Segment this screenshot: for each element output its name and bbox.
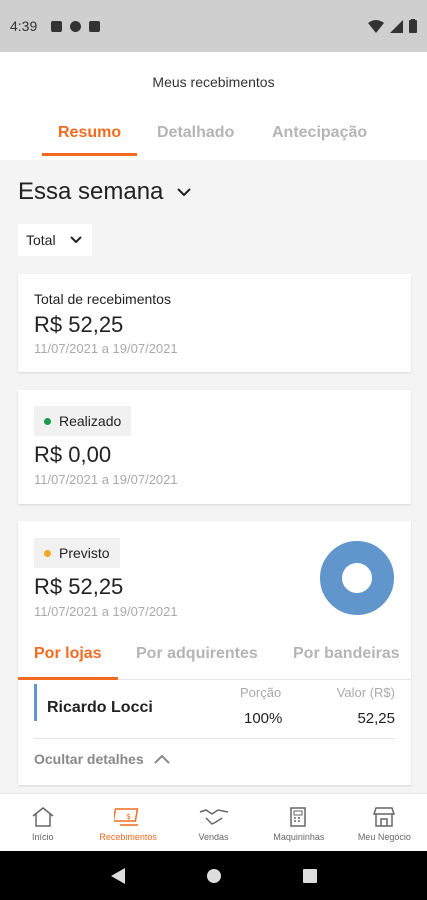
- nav-item-vendas[interactable]: Vendas: [171, 794, 256, 851]
- page-title: Meus recebimentos: [152, 74, 275, 90]
- period-selector[interactable]: Essa semana: [18, 178, 192, 206]
- badge-label: Previsto: [59, 545, 110, 561]
- wifi-icon: [368, 19, 384, 33]
- handshake-icon: [199, 809, 228, 825]
- col-header-porcao: Porção: [240, 685, 282, 700]
- home-circle-icon[interactable]: [206, 868, 222, 884]
- previsto-card: Previsto R$ 52,25 11/07/2021 a 19/07/202…: [18, 521, 411, 785]
- bottom-nav: Início $ Recebimentos Vendas Maquininhas…: [0, 793, 427, 851]
- row-valor: 52,25: [357, 710, 395, 727]
- subtab-por-adquirentes[interactable]: Por adquirentes: [136, 645, 258, 663]
- badge-label: Realizado: [59, 413, 122, 429]
- toggle-details-button[interactable]: Ocultar detalhes: [34, 751, 170, 767]
- status-time: 4:39: [10, 18, 38, 34]
- nav-item-maquininhas[interactable]: Maquininhas: [256, 794, 341, 851]
- store-name: Ricardo Locci: [47, 699, 153, 716]
- notification-icons: [51, 20, 101, 32]
- recents-icon[interactable]: [302, 868, 317, 883]
- chevron-up-icon: [153, 754, 170, 764]
- back-icon[interactable]: [110, 867, 125, 884]
- battery-icon: [409, 19, 417, 33]
- chevron-down-icon: [69, 236, 82, 244]
- filter-dropdown[interactable]: Total: [18, 224, 92, 256]
- filter-value: Total: [26, 232, 56, 248]
- system-nav-bar: [0, 851, 427, 900]
- subtab-por-bandeiras[interactable]: Por bandeiras: [293, 645, 400, 663]
- donut-ring: [320, 541, 394, 615]
- nav-item-inicio[interactable]: Início: [0, 794, 85, 851]
- tab-antecipacao[interactable]: Antecipação: [272, 124, 367, 156]
- previsto-amount: R$ 52,25: [34, 574, 124, 599]
- nav-item-recebimentos[interactable]: $ Recebimentos: [85, 794, 170, 851]
- toggle-details-label: Ocultar detalhes: [34, 751, 144, 767]
- nav-label: Meu Negócio: [357, 832, 411, 842]
- row-divider: [34, 738, 395, 739]
- home-icon: [32, 807, 54, 827]
- donut-chart: [320, 541, 394, 615]
- store-icon: [373, 807, 396, 827]
- nav-label: Vendas: [198, 832, 229, 842]
- svg-text:$: $: [126, 812, 131, 821]
- nav-label: Maquininhas: [273, 832, 325, 842]
- app-header: Meus recebimentos Resumo Detalhado Antec…: [0, 52, 427, 160]
- tab-resumo[interactable]: Resumo: [41, 124, 138, 156]
- realizado-amount: R$ 0,00: [34, 442, 112, 467]
- chevron-down-icon: [177, 187, 192, 196]
- subtab-active-indicator: [18, 677, 118, 680]
- nav-item-meu-negocio[interactable]: Meu Negócio: [342, 794, 427, 851]
- realizado-card: Realizado R$ 0,00 11/07/2021 a 19/07/202…: [18, 390, 411, 504]
- total-period: 11/07/2021 a 19/07/2021: [34, 341, 178, 356]
- cell-signal-icon: [390, 19, 403, 33]
- realizado-period: 11/07/2021 a 19/07/2021: [34, 472, 178, 487]
- total-amount: R$ 52,25: [34, 312, 124, 337]
- status-badge-previsto: Previsto: [34, 538, 120, 568]
- total-card: Total de recebimentos R$ 52,25 11/07/202…: [18, 274, 411, 372]
- notification-c-icon: [70, 20, 82, 32]
- card-machine-icon: [290, 807, 306, 827]
- nav-label: Início: [31, 832, 54, 842]
- previsto-subtabs: Por lojas Por adquirentes Por bandeiras: [18, 645, 411, 681]
- status-bar: 4:39: [0, 0, 427, 52]
- row-porcao: 100%: [244, 710, 283, 727]
- notification-a-icon: [51, 20, 63, 32]
- period-label: Essa semana: [18, 178, 164, 205]
- status-dot: [44, 417, 51, 425]
- previsto-period: 11/07/2021 a 19/07/2021: [34, 604, 178, 619]
- subtab-por-lojas[interactable]: Por lojas: [34, 645, 102, 663]
- nav-label: Recebimentos: [99, 832, 157, 842]
- total-label: Total de recebimentos: [34, 291, 171, 307]
- sim-card-icon: [89, 20, 101, 32]
- status-dot: [44, 549, 51, 557]
- col-header-valor: Valor (R$): [336, 685, 395, 700]
- row-color-indicator: [34, 684, 37, 721]
- tab-detalhado[interactable]: Detalhado: [157, 124, 234, 156]
- status-badge-realizado: Realizado: [34, 406, 132, 436]
- money-icon: $: [114, 808, 139, 826]
